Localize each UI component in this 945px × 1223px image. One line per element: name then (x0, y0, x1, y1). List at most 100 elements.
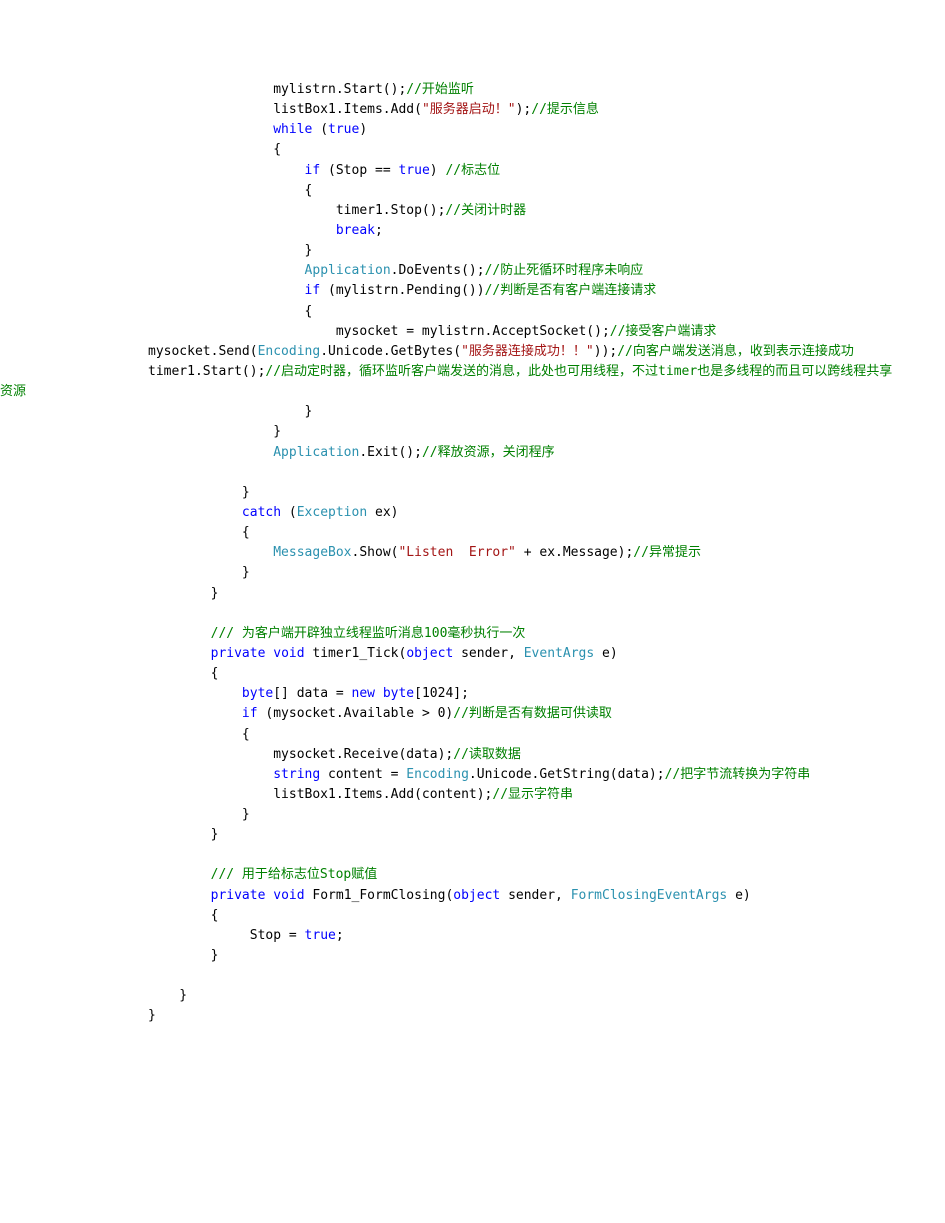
code-text: } (148, 243, 312, 258)
code-text: mylistrn.Start(); (148, 82, 406, 97)
code-text: timer1.Start(); (148, 364, 265, 379)
code-comment: //判断是否有数据可供读取 (453, 706, 612, 721)
code-text: [1024]; (414, 686, 469, 701)
code-type: Encoding (406, 767, 469, 782)
code-keyword: byte (242, 686, 273, 701)
code-text: (mylistrn.Pending()) (320, 283, 484, 298)
code-keyword: if (305, 283, 321, 298)
code-text (148, 545, 273, 560)
code-text: timer1_Tick( (305, 646, 407, 661)
code-text: mysocket.Receive(data); (148, 747, 453, 762)
code-string: "Listen Error" (398, 545, 515, 560)
code-text: { (148, 666, 218, 681)
code-text: mysocket = mylistrn.AcceptSocket(); (148, 324, 610, 339)
code-comment: //释放资源，关闭程序 (422, 445, 555, 460)
code-type: MessageBox (273, 545, 351, 560)
code-comment: //提示信息 (531, 102, 599, 117)
code-text: timer1.Stop(); (148, 203, 445, 218)
code-type: Encoding (258, 344, 321, 359)
code-text (148, 888, 211, 903)
code-keyword: break (336, 223, 375, 238)
code-keyword: new (352, 686, 375, 701)
code-text: { (148, 142, 281, 157)
code-text: } (148, 827, 218, 842)
code-keyword: void (265, 646, 304, 661)
code-text (148, 686, 242, 701)
code-keyword: private (211, 646, 266, 661)
code-text (148, 223, 336, 238)
code-wrapped-line: timer1.Start();//启动定时器，循环监听客户端发送的消息，此处也可… (0, 362, 945, 402)
code-comment: //判断是否有客户端连接请求 (485, 283, 657, 298)
code-type: FormClosingEventArgs (571, 888, 728, 903)
code-text: } (148, 948, 218, 963)
code-text: ex) (367, 505, 398, 520)
code-text: [] data = (273, 686, 351, 701)
code-text: ) (430, 163, 446, 178)
code-string: "服务器连接成功！！" (461, 344, 594, 359)
code-type: EventArgs (524, 646, 594, 661)
code-text: listBox1.Items.Add( (148, 102, 422, 117)
code-text: { (148, 525, 250, 540)
code-type: Application (273, 445, 359, 460)
code-comment: //把字节流转换为字符串 (665, 767, 811, 782)
code-string: "服务器启动！" (422, 102, 516, 117)
code-text: + ex.Message); (516, 545, 633, 560)
code-text: } (148, 807, 250, 822)
code-text: (Stop == (320, 163, 398, 178)
code-text: e) (727, 888, 750, 903)
code-type: Application (305, 263, 391, 278)
code-text: { (148, 727, 250, 742)
code-keyword: while (273, 122, 312, 137)
code-text: { (148, 183, 312, 198)
code-text: { (148, 304, 312, 319)
code-keyword: true (328, 122, 359, 137)
code-text (148, 646, 211, 661)
document-page: mylistrn.Start();//开始监听 listBox1.Items.A… (0, 0, 945, 1223)
code-type: Exception (297, 505, 367, 520)
code-text (148, 505, 242, 520)
code-comment: //防止死循环时程序未响应 (485, 263, 644, 278)
code-text: } (148, 988, 187, 1003)
code-block: mylistrn.Start();//开始监听 listBox1.Items.A… (0, 80, 945, 1027)
code-comment: //标志位 (445, 163, 500, 178)
code-comment: //向客户端发送消息，收到表示连接成功 (617, 344, 854, 359)
code-text: sender, (500, 888, 570, 903)
code-text: ; (336, 928, 344, 943)
code-keyword: true (398, 163, 429, 178)
code-text: (mysocket.Available > 0) (258, 706, 454, 721)
code-text (148, 163, 305, 178)
code-text (148, 445, 273, 460)
code-text: ( (281, 505, 297, 520)
code-text: Stop = (148, 928, 305, 943)
code-text: .Unicode.GetString(data); (469, 767, 665, 782)
code-text: content = (320, 767, 406, 782)
code-text (148, 767, 273, 782)
code-text: { (148, 908, 218, 923)
code-keyword: byte (383, 686, 414, 701)
code-keyword: if (305, 163, 321, 178)
code-text: .Show( (352, 545, 399, 560)
code-text: .DoEvents(); (391, 263, 485, 278)
code-text: } (148, 1008, 156, 1023)
code-keyword: object (406, 646, 453, 661)
code-keyword: true (305, 928, 336, 943)
code-keyword: object (453, 888, 500, 903)
code-keyword: void (265, 888, 304, 903)
code-text: ) (359, 122, 367, 137)
code-text (148, 122, 273, 137)
code-comment: //开始监听 (406, 82, 474, 97)
code-text (148, 626, 211, 641)
code-text: )); (594, 344, 617, 359)
code-text: listBox1.Items.Add(content); (148, 787, 492, 802)
code-text: sender, (453, 646, 523, 661)
code-text: ; (375, 223, 383, 238)
code-comment: /// 为客户端开辟独立线程监听消息100毫秒执行一次 (211, 626, 526, 641)
code-text: } (148, 424, 281, 439)
code-comment: //关闭计时器 (445, 203, 526, 218)
code-comment: /// 用于给标志位Stop赋值 (211, 867, 378, 882)
code-text: ); (516, 102, 532, 117)
code-text (148, 283, 305, 298)
code-keyword: if (242, 706, 258, 721)
code-text: mysocket.Send( (148, 344, 258, 359)
code-wrapped-line: mysocket.Send(Encoding.Unicode.GetBytes(… (0, 342, 945, 362)
